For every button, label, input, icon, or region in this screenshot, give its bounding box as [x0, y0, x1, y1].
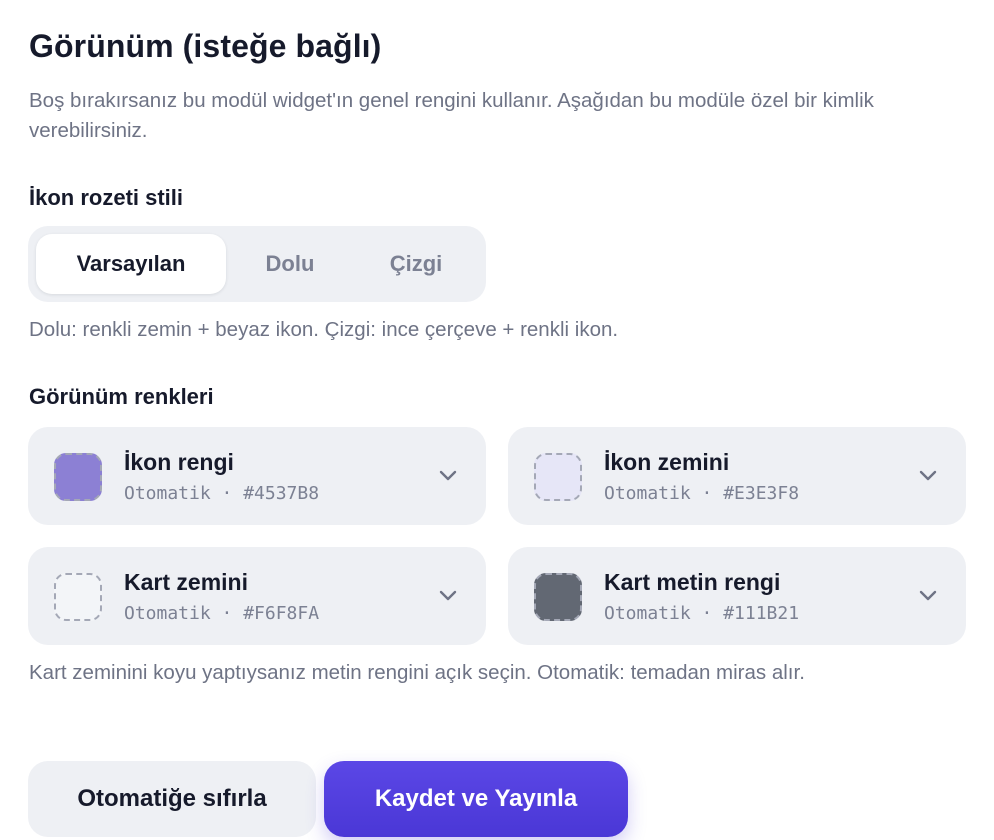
color-swatch	[534, 573, 582, 621]
color-picker-card-background[interactable]: Kart zemini Otomatik · #F6F8FA	[28, 547, 486, 645]
badge-style-option-filled[interactable]: Dolu	[226, 234, 354, 294]
chevron-down-icon	[439, 590, 457, 601]
reset-to-auto-button[interactable]: Otomatiğe sıfırla	[28, 761, 316, 837]
color-picker-card-text-color[interactable]: Kart metin rengi Otomatik · #111B21	[508, 547, 966, 645]
badge-style-label: İkon rozeti stili	[29, 185, 184, 210]
badge-style-segmented-control: Varsayılan Dolu Çizgi	[28, 226, 486, 302]
color-picker-value: Otomatik · #F6F8FA	[124, 603, 320, 624]
color-swatch	[54, 573, 102, 621]
appearance-colors-hint: Kart zeminini koyu yaptıysanız metin ren…	[29, 661, 805, 684]
section-title: Görünüm (isteğe bağlı)	[29, 28, 382, 64]
chevron-down-icon	[919, 590, 937, 601]
section-description: Boş bırakırsanız bu modül widget'ın gene…	[29, 89, 874, 142]
badge-style-option-outline[interactable]: Çizgi	[354, 234, 478, 294]
color-picker-value: Otomatik · #E3E3F8	[604, 483, 800, 504]
badge-style-option-default[interactable]: Varsayılan	[36, 234, 226, 294]
color-swatch	[534, 453, 582, 501]
color-picker-title: İkon zemini	[604, 449, 730, 475]
chevron-down-icon	[439, 470, 457, 481]
badge-style-hint: Dolu: renkli zemin + beyaz ikon. Çizgi: …	[29, 318, 619, 341]
appearance-colors-label: Görünüm renkleri	[29, 384, 214, 409]
color-swatch	[54, 453, 102, 501]
color-picker-title: Kart zemini	[124, 569, 248, 595]
chevron-down-icon	[919, 470, 937, 481]
color-picker-icon-color[interactable]: İkon rengi Otomatik · #4537B8	[28, 427, 486, 525]
color-picker-icon-background[interactable]: İkon zemini Otomatik · #E3E3F8	[508, 427, 966, 525]
color-picker-title: Kart metin rengi	[604, 569, 781, 595]
save-and-publish-button[interactable]: Kaydet ve Yayınla	[324, 761, 628, 837]
color-picker-value: Otomatik · #4537B8	[124, 483, 320, 504]
color-picker-title: İkon rengi	[124, 449, 234, 475]
color-picker-value: Otomatik · #111B21	[604, 603, 800, 624]
